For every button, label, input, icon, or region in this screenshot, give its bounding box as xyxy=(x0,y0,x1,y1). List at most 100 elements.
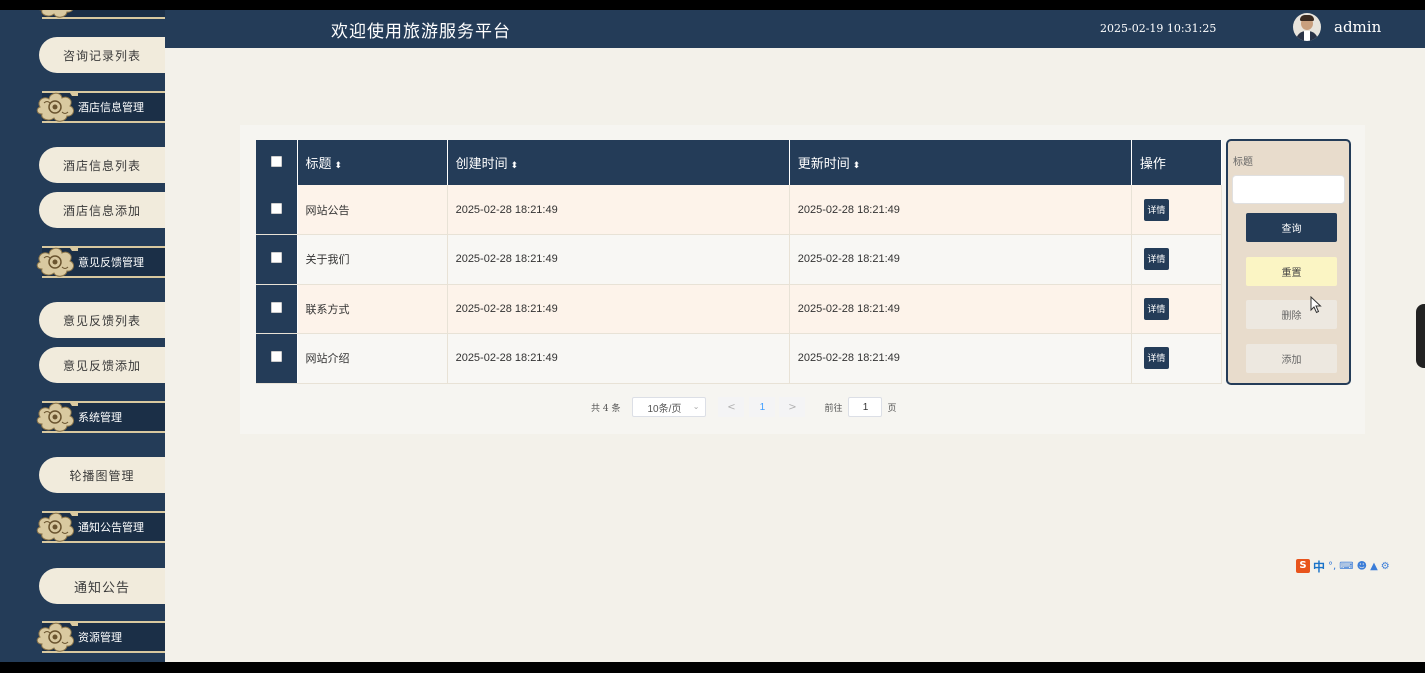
sidebar: 咨询记录列表酒店信息管理酒店信息列表酒店信息添加意见反馈管理意见反馈列表 意见反馈… xyxy=(0,10,165,662)
sidebar-item[interactable]: 通知公告 xyxy=(39,568,165,604)
sidebar-item[interactable]: 意见反馈列表 xyxy=(39,302,165,338)
skin-icon[interactable]: ▲ xyxy=(1370,561,1378,572)
detail-button[interactable]: 详情 xyxy=(1143,198,1169,221)
row-select-cell[interactable] xyxy=(256,284,298,334)
pagination-total: 共 4 条 xyxy=(591,403,621,414)
page-title: 欢迎使用旅游服务平台 xyxy=(331,22,511,42)
sidebar-group-label: 酒店信息管理 xyxy=(78,101,144,114)
ime-mode-toggle[interactable]: 中 xyxy=(1313,558,1325,575)
row-select-cell[interactable] xyxy=(256,234,298,285)
sidebar-item[interactable]: 咨询记录列表 xyxy=(39,37,165,73)
next-page-button[interactable]: > xyxy=(779,397,806,417)
settings-icon[interactable]: ⚙ xyxy=(1381,561,1390,572)
table-row: 网站介绍 2025-02-28 18:21:49 2025-02-28 18:2… xyxy=(256,333,1223,384)
delete-button[interactable]: 删除 xyxy=(1246,300,1337,329)
column-header-title[interactable]: 标题 ⬍ xyxy=(297,140,448,185)
page-size-select[interactable]: 10条/页 ⌄ xyxy=(632,397,707,417)
reset-button[interactable]: 重置 xyxy=(1246,257,1337,286)
keyboard-icon[interactable]: ⌨ xyxy=(1339,561,1353,572)
sidebar-group[interactable]: 资源管理 xyxy=(34,616,165,658)
pagination: 共 4 条 10条/页 ⌄ < 1 > 前往 1 页 xyxy=(591,397,896,417)
cloud-ornament-icon xyxy=(39,10,74,18)
ime-toolbar[interactable]: S 中 °, ⌨ ☻ ▲ ⚙ xyxy=(1296,558,1390,574)
title-search-input[interactable] xyxy=(1232,175,1345,204)
goto-page-input[interactable]: 1 xyxy=(848,397,883,417)
sidebar-group-label: 系统管理 xyxy=(78,411,122,424)
cell-operation: 详情 xyxy=(1131,284,1223,334)
cell-created: 2025-02-28 18:21:49 xyxy=(447,185,790,235)
add-button[interactable]: 添加 xyxy=(1246,344,1337,373)
sidebar-item-label: 酒店信息列表 xyxy=(62,158,141,173)
sidebar-item[interactable]: 轮播图管理 xyxy=(39,457,165,493)
cell-updated: 2025-02-28 18:21:49 xyxy=(789,333,1132,384)
query-button[interactable]: 查询 xyxy=(1246,213,1337,242)
sort-icon[interactable]: ⬍ xyxy=(511,160,519,170)
chevron-down-icon: ⌄ xyxy=(692,402,700,411)
sidebar-group[interactable]: 酒店信息管理 xyxy=(34,86,165,128)
column-header-operation: 操作 xyxy=(1131,140,1223,185)
top-bar: 欢迎使用旅游服务平台 2025-02-19 10:31:25 admin xyxy=(165,10,1425,48)
cell-created: 2025-02-28 18:21:49 xyxy=(447,234,790,285)
cell-operation: 详情 xyxy=(1131,185,1223,235)
table-row: 网站公告 2025-02-28 18:21:49 2025-02-28 18:2… xyxy=(256,185,1223,235)
sidebar-group[interactable]: 通知公告管理 xyxy=(34,506,165,548)
current-datetime: 2025-02-19 10:31:25 xyxy=(1100,22,1217,35)
cell-created: 2025-02-28 18:21:49 xyxy=(447,333,790,384)
username[interactable]: admin xyxy=(1334,18,1381,36)
row-checkbox[interactable] xyxy=(270,351,282,363)
data-table: 标题 ⬍ 创建时间 ⬍ 更新时间 ⬍ 操作 网站公告 2025-02-28 18:21… xyxy=(256,140,1223,384)
cell-title: 网站公告 xyxy=(297,185,448,235)
cloud-ornament-icon xyxy=(36,512,78,542)
user-icon[interactable]: ☻ xyxy=(1357,561,1367,572)
table-row: 关于我们 2025-02-28 18:21:49 2025-02-28 18:2… xyxy=(256,234,1223,285)
sidebar-item[interactable]: 意见反馈添加 xyxy=(39,347,165,383)
sidebar-group-partial[interactable] xyxy=(34,10,165,24)
row-select-cell[interactable] xyxy=(256,185,298,235)
sidebar-group[interactable]: 系统管理 xyxy=(34,396,165,438)
table-row: 联系方式 2025-02-28 18:21:49 2025-02-28 18:2… xyxy=(256,284,1223,334)
sidebar-group[interactable]: 意见反馈管理 xyxy=(34,241,165,283)
sidebar-item-label: 意见反馈添加 xyxy=(62,358,141,373)
title-field-label: 标题 xyxy=(1233,157,1253,168)
select-all-cell[interactable] xyxy=(256,140,298,185)
sidebar-item-label: 咨询记录列表 xyxy=(62,48,141,63)
column-header-updated[interactable]: 更新时间 ⬍ xyxy=(789,140,1132,185)
sidebar-item-label: 轮播图管理 xyxy=(69,468,135,483)
sidebar-group-label: 意见反馈管理 xyxy=(78,256,144,269)
page-unit-label: 页 xyxy=(887,403,897,414)
cloud-ornament-icon xyxy=(36,622,78,652)
punctuation-icon[interactable]: °, xyxy=(1328,561,1336,572)
row-checkbox[interactable] xyxy=(270,202,282,214)
sort-icon[interactable]: ⬍ xyxy=(853,160,861,170)
side-drawer-handle[interactable] xyxy=(1416,304,1425,368)
sort-icon[interactable]: ⬍ xyxy=(335,160,343,170)
sidebar-item[interactable]: 酒店信息添加 xyxy=(39,192,165,228)
avatar[interactable] xyxy=(1293,13,1321,41)
prev-page-button[interactable]: < xyxy=(718,397,745,417)
sidebar-item-label: 通知公告 xyxy=(73,580,130,596)
sidebar-group-label: 通知公告管理 xyxy=(78,521,144,534)
cloud-ornament-icon xyxy=(36,402,78,432)
column-header-created[interactable]: 创建时间 ⬍ xyxy=(447,140,790,185)
row-select-cell[interactable] xyxy=(256,333,298,384)
sidebar-item[interactable]: 酒店信息列表 xyxy=(39,147,165,183)
cell-created: 2025-02-28 18:21:49 xyxy=(447,284,790,334)
cell-updated: 2025-02-28 18:21:49 xyxy=(789,284,1132,334)
search-panel: 标题 查询 重置 删除 添加 xyxy=(1226,139,1351,385)
cell-updated: 2025-02-28 18:21:49 xyxy=(789,234,1132,285)
cell-updated: 2025-02-28 18:21:49 xyxy=(789,185,1132,235)
detail-button[interactable]: 详情 xyxy=(1143,248,1169,271)
detail-button[interactable]: 详情 xyxy=(1143,347,1169,370)
detail-button[interactable]: 详情 xyxy=(1143,297,1169,320)
page-number-current[interactable]: 1 xyxy=(749,397,776,417)
row-checkbox[interactable] xyxy=(270,301,282,313)
row-checkbox[interactable] xyxy=(270,252,282,264)
goto-label: 前往 xyxy=(824,403,843,414)
select-all-checkbox[interactable] xyxy=(270,156,282,167)
sidebar-item-label: 意见反馈列表 xyxy=(62,313,141,328)
ime-logo-icon[interactable]: S xyxy=(1296,559,1310,573)
sidebar-group-label: 资源管理 xyxy=(78,631,122,644)
cell-title: 网站介绍 xyxy=(297,333,448,384)
cloud-ornament-icon xyxy=(36,92,78,122)
mouse-cursor-icon xyxy=(1310,296,1322,314)
